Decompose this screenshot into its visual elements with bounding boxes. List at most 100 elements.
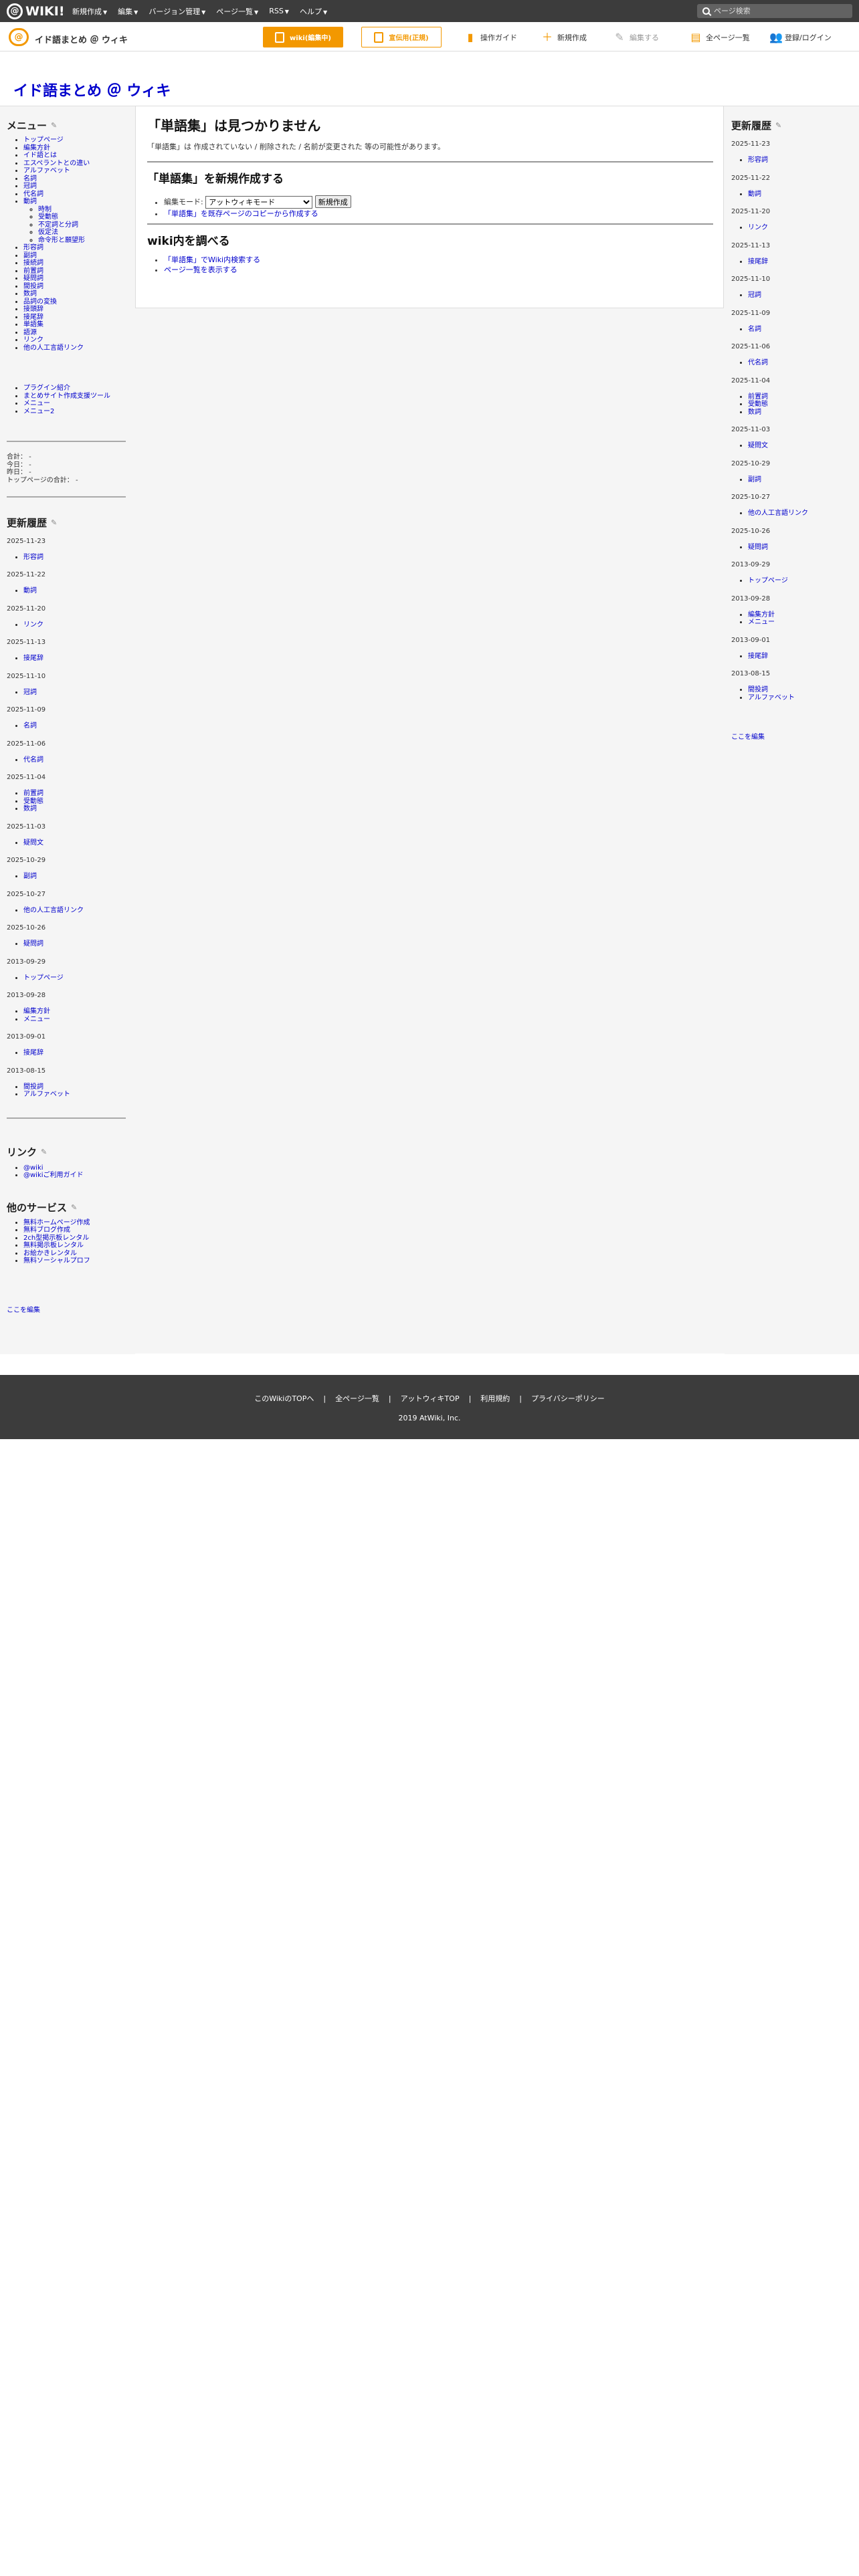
- menu-link[interactable]: 名詞: [23, 175, 37, 183]
- recent-link[interactable]: 接尾辞: [748, 653, 768, 660]
- recent-link[interactable]: 冠詞: [748, 292, 761, 299]
- recent-link[interactable]: 前置詞: [23, 790, 43, 797]
- edit-mode-select[interactable]: アットウィキモード: [205, 195, 313, 209]
- footer-link[interactable]: プライバシーポリシー: [531, 1394, 605, 1403]
- menu-new[interactable]: 新規作成 ▼: [72, 6, 107, 17]
- menu-pages[interactable]: ページ一覧 ▼: [216, 6, 258, 17]
- menu-link[interactable]: 仮定法: [38, 229, 58, 236]
- menu-link[interactable]: 形容詞: [23, 244, 43, 251]
- menu-rss[interactable]: RSS ▼: [269, 7, 289, 15]
- recent-link[interactable]: 前置詞: [748, 393, 768, 401]
- menu-link[interactable]: 命令形と願望形: [38, 237, 85, 244]
- recent-link[interactable]: 名詞: [23, 722, 37, 730]
- menu-link[interactable]: 接続詞: [23, 259, 43, 267]
- footer-link[interactable]: アットウィキTOP: [401, 1394, 460, 1403]
- recent-link[interactable]: 接尾辞: [23, 655, 43, 662]
- search-input[interactable]: [714, 7, 841, 15]
- menu-link[interactable]: メニュー: [23, 400, 50, 407]
- menu-link[interactable]: 動詞: [23, 198, 37, 205]
- recent-link[interactable]: トップページ: [23, 974, 64, 982]
- recent-link[interactable]: トップページ: [748, 577, 788, 584]
- create-button[interactable]: 新規作成: [314, 195, 351, 208]
- wiki-search-link[interactable]: 「単語集」でWiki内検索する: [164, 255, 260, 264]
- wiki-name[interactable]: イド語まとめ ＠ ウィキ: [35, 33, 128, 45]
- link[interactable]: 無料ホームページ作成: [23, 1219, 90, 1226]
- recent-link[interactable]: 代名詞: [23, 756, 43, 764]
- recent-link[interactable]: リンク: [748, 224, 768, 231]
- menu-link[interactable]: イド語とは: [23, 152, 57, 159]
- menu-link[interactable]: リンク: [23, 336, 43, 344]
- recent-link[interactable]: 副詞: [748, 476, 761, 484]
- recent-link[interactable]: 数詞: [23, 805, 37, 813]
- copy-create-link[interactable]: 「単語集」を既存ページのコピーから作成する: [164, 209, 318, 218]
- recent-link[interactable]: アルファベット: [23, 1091, 70, 1098]
- recent-link[interactable]: 疑問文: [748, 442, 768, 449]
- menu-link[interactable]: 疑問詞: [23, 275, 43, 282]
- menu-link[interactable]: 受動態: [38, 213, 58, 221]
- link[interactable]: 無料掲示板レンタル: [23, 1242, 84, 1249]
- menu-link[interactable]: 不定詞と分詞: [38, 221, 78, 229]
- recent-link[interactable]: 形容詞: [748, 156, 768, 164]
- pencil-icon[interactable]: ✎: [51, 122, 58, 129]
- recent-link[interactable]: 他の人工言語リンク: [23, 907, 84, 914]
- link[interactable]: 無料ソーシャルプロフ: [23, 1257, 90, 1265]
- wiki-title[interactable]: イド語まとめ ＠ ウィキ: [13, 79, 171, 100]
- page-search[interactable]: [697, 4, 852, 18]
- link[interactable]: @wiki: [23, 1164, 43, 1172]
- recent-link[interactable]: アルファベット: [748, 694, 795, 702]
- footer-link[interactable]: このWikiのTOPへ: [254, 1394, 314, 1403]
- recent-link[interactable]: 動詞: [23, 587, 37, 595]
- pencil-icon[interactable]: ✎: [71, 1204, 78, 1211]
- link[interactable]: @wikiご利用ガイド: [23, 1172, 84, 1179]
- edit-here-link[interactable]: ここを編集: [7, 1304, 135, 1314]
- recent-link[interactable]: 副詞: [23, 873, 37, 880]
- link[interactable]: 無料ブログ作成: [23, 1226, 70, 1234]
- menu-link[interactable]: 他の人工言語リンク: [23, 344, 84, 352]
- menu-link[interactable]: 代名詞: [23, 191, 43, 198]
- link[interactable]: 2ch型掲示板レンタル: [23, 1235, 89, 1242]
- page-list-link[interactable]: ページ一覧を表示する: [164, 265, 237, 274]
- menu-link[interactable]: 品詞の変換: [23, 298, 57, 306]
- edit-button[interactable]: ✎ 編集する: [614, 32, 659, 43]
- edit-here-link[interactable]: ここを編集: [731, 731, 859, 741]
- recent-link[interactable]: 編集方針: [748, 611, 775, 619]
- menu-link[interactable]: 単語集: [23, 321, 43, 328]
- recent-link[interactable]: 接尾辞: [23, 1049, 43, 1057]
- menu-link[interactable]: トップページ: [23, 136, 64, 144]
- menu-link[interactable]: 接尾辞: [23, 314, 43, 321]
- recent-link[interactable]: 編集方針: [23, 1008, 50, 1015]
- menu-link[interactable]: 数詞: [23, 290, 37, 298]
- menu-help[interactable]: ヘルプ ▼: [300, 6, 327, 17]
- atwiki-logo[interactable]: @ WIKI!: [7, 3, 64, 19]
- menu-link[interactable]: アルファベット: [23, 167, 70, 175]
- recent-link[interactable]: 名詞: [748, 326, 761, 333]
- link[interactable]: お絵かきレンタル: [23, 1250, 77, 1257]
- menu-link[interactable]: メニュー2: [23, 408, 54, 415]
- recent-link[interactable]: 接尾辞: [748, 258, 768, 265]
- recent-link[interactable]: 動詞: [748, 191, 761, 198]
- menu-link[interactable]: 編集方針: [23, 144, 50, 152]
- recent-link[interactable]: リンク: [23, 621, 43, 629]
- pencil-icon[interactable]: ✎: [41, 1148, 48, 1156]
- recent-link[interactable]: 間投詞: [23, 1083, 43, 1091]
- menu-link[interactable]: 副詞: [23, 252, 37, 259]
- menu-link[interactable]: 前置詞: [23, 267, 43, 275]
- recent-link[interactable]: 疑問詞: [23, 940, 43, 948]
- pencil-icon[interactable]: ✎: [51, 519, 58, 526]
- menu-link[interactable]: 語源: [23, 329, 37, 336]
- footer-link[interactable]: 利用規約: [480, 1394, 510, 1403]
- menu-link[interactable]: 時制: [38, 206, 52, 213]
- recent-link[interactable]: 数詞: [748, 409, 761, 416]
- menu-link[interactable]: 冠詞: [23, 183, 37, 190]
- recent-link[interactable]: 代名詞: [748, 359, 768, 366]
- all-pages-button[interactable]: ▤ 全ページ一覧: [690, 32, 749, 43]
- recent-link[interactable]: 受動態: [23, 798, 43, 805]
- menu-link[interactable]: エスペラントとの違い: [23, 160, 90, 167]
- menu-link[interactable]: まとめサイト作成支援ツール: [23, 393, 110, 400]
- recent-link[interactable]: 他の人工言語リンク: [748, 510, 808, 517]
- recent-link[interactable]: 形容詞: [23, 554, 43, 561]
- footer-link[interactable]: 全ページ一覧: [335, 1394, 379, 1403]
- menu-link[interactable]: 接頭辞: [23, 306, 43, 313]
- recent-link[interactable]: メニュー: [748, 619, 775, 626]
- recent-link[interactable]: 受動態: [748, 401, 768, 408]
